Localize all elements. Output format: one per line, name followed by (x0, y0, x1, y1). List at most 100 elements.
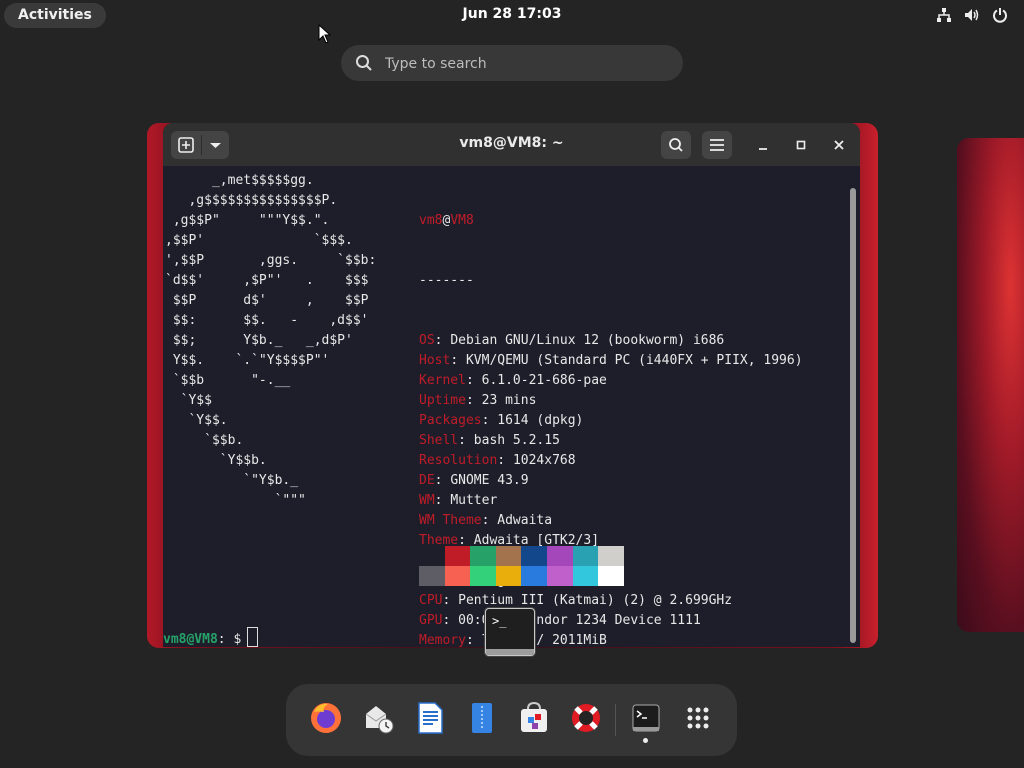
software-icon[interactable] (516, 700, 552, 736)
info-value: Adwaita (497, 513, 553, 528)
palette-row-bright (419, 566, 624, 586)
info-key: OS (419, 333, 435, 348)
search-icon[interactable] (661, 131, 691, 159)
info-line: Kernel: 6.1.0-21-686-pae (419, 373, 607, 388)
logo-line: ,$$P' `$$$. (165, 233, 353, 248)
files-icon[interactable] (464, 700, 500, 736)
network-icon[interactable] (936, 7, 952, 23)
writer-icon[interactable] (412, 700, 448, 736)
scrollbar[interactable] (850, 188, 856, 643)
logo-line: _,met$$$$$gg. (165, 173, 314, 188)
search-bar[interactable] (341, 45, 683, 81)
palette-row-normal (419, 546, 624, 566)
info-value: Debian GNU/Linux 12 (bookworm) i686 (450, 333, 725, 348)
info-line: OS: Debian GNU/Linux 12 (bookworm) i686 (419, 333, 725, 348)
color-palette (419, 546, 624, 586)
info-key: GPU (419, 613, 443, 628)
logo-line: `$$b "-.__ (165, 373, 291, 388)
info-line: WM: Mutter (419, 493, 498, 508)
adjacent-workspace-preview[interactable] (957, 138, 1024, 632)
help-icon[interactable] (568, 700, 604, 736)
mouse-cursor-icon (318, 23, 332, 44)
logo-line: `""" (165, 493, 306, 508)
logo-line: `"Y$b._ (165, 473, 299, 488)
palette-swatch (444, 546, 471, 566)
info-line: Host: KVM/QEMU (Standard PC (i440FX + PI… (419, 353, 803, 368)
window-app-badge[interactable]: >_ (485, 608, 535, 656)
app-grid-icon[interactable] (680, 700, 716, 736)
running-indicator (643, 738, 648, 743)
logo-line: `$$b. (165, 433, 244, 448)
separator-line: ------- (419, 273, 474, 288)
logo-line: `Y$$ (165, 393, 212, 408)
hamburger-menu-icon[interactable] (702, 131, 732, 159)
search-icon (355, 54, 373, 72)
system-tray[interactable] (936, 7, 1008, 23)
info-key: WM (419, 493, 435, 508)
clock[interactable]: Jun 28 17:03 (0, 6, 1024, 22)
info-value: bash 5.2.15 (473, 433, 560, 448)
terminal-icon[interactable] (628, 700, 664, 736)
info-value: 1614 (dpkg) (497, 413, 584, 428)
info-line: Uptime: 23 mins (419, 393, 537, 408)
palette-swatch (546, 566, 573, 586)
info-value: KVM/QEMU (Standard PC (i440FX + PIIX, 19… (465, 353, 803, 368)
top-bar: Activities Jun 28 17:03 (0, 0, 1024, 32)
info-key: Resolution (419, 453, 498, 468)
logo-line: $$P d$' , $$P (165, 293, 369, 308)
logo-line: $$: $$. - ,d$$' (165, 313, 369, 328)
logo-line: $$; Y$b._ _,d$P' (165, 333, 353, 348)
info-key: Host (419, 353, 451, 368)
palette-swatch (419, 546, 445, 566)
terminal-window[interactable]: vm8@VM8: ~ _,met$$$$$gg. ,g$$$$$$$$$$$$$… (163, 123, 860, 647)
logo-line: Y$$. `.`"Y$$$$P"' (165, 353, 330, 368)
palette-swatch (572, 566, 599, 586)
info-line: CPU: Pentium III (Katmai) (2) @ 2.699GHz (419, 593, 733, 608)
palette-swatch (546, 546, 573, 566)
info-key: DE (419, 473, 435, 488)
palette-swatch (470, 566, 496, 586)
logo-line: `Y$$. (165, 413, 228, 428)
close-icon[interactable] (824, 131, 854, 159)
evolution-icon[interactable] (360, 700, 396, 736)
info-line: Shell: bash 5.2.15 (419, 433, 560, 448)
logo-line: ,g$$$$$$$$$$$$$$$P. (165, 193, 338, 208)
dash-dock (286, 684, 737, 756)
shell-prompt[interactable]: vm8@VM8: $ (163, 627, 259, 647)
palette-swatch (521, 566, 547, 586)
logo-line: `d$$' ,$P"' . $$$ (165, 273, 369, 288)
firefox-icon[interactable] (308, 700, 344, 736)
info-key: CPU (419, 593, 443, 608)
terminal-content[interactable]: _,met$$$$$gg. ,g$$$$$$$$$$$$$$$P. ,g$$P"… (163, 166, 860, 647)
text-cursor (247, 627, 259, 647)
palette-swatch (598, 546, 624, 566)
info-value: 1024x768 (512, 453, 576, 468)
debian-ascii-logo: _,met$$$$$gg. ,g$$$$$$$$$$$$$$$P. ,g$$P"… (165, 171, 376, 511)
logo-line: `Y$$b. (165, 453, 267, 468)
user-host-line: vm8@VM8 (419, 213, 474, 228)
terminal-badge-label: >_ (492, 614, 507, 628)
maximize-icon[interactable] (786, 131, 816, 159)
badge-bar (486, 649, 534, 655)
info-key: WM Theme (419, 513, 482, 528)
dock-separator (615, 704, 616, 736)
info-value: Pentium III (Katmai) (2) @ 2.699GHz (458, 593, 733, 608)
palette-swatch (572, 546, 599, 566)
title-bar[interactable]: vm8@VM8: ~ (163, 123, 860, 166)
info-key: Memory (419, 633, 466, 647)
palette-swatch (521, 546, 547, 566)
logo-line: ,g$$P" """Y$$.". (165, 213, 330, 228)
search-input[interactable] (383, 53, 667, 75)
info-line: WM Theme: Adwaita (419, 513, 553, 528)
minimize-icon[interactable] (748, 131, 778, 159)
logo-line: ',$$P ,ggs. `$$b: (165, 253, 377, 268)
info-key: Uptime (419, 393, 466, 408)
info-line: DE: GNOME 43.9 (419, 473, 529, 488)
palette-swatch (598, 566, 624, 586)
palette-swatch (419, 566, 445, 586)
info-value: Mutter (450, 493, 498, 508)
palette-swatch (495, 546, 522, 566)
palette-swatch (470, 546, 496, 566)
power-icon[interactable] (992, 7, 1008, 23)
volume-icon[interactable] (964, 7, 980, 23)
